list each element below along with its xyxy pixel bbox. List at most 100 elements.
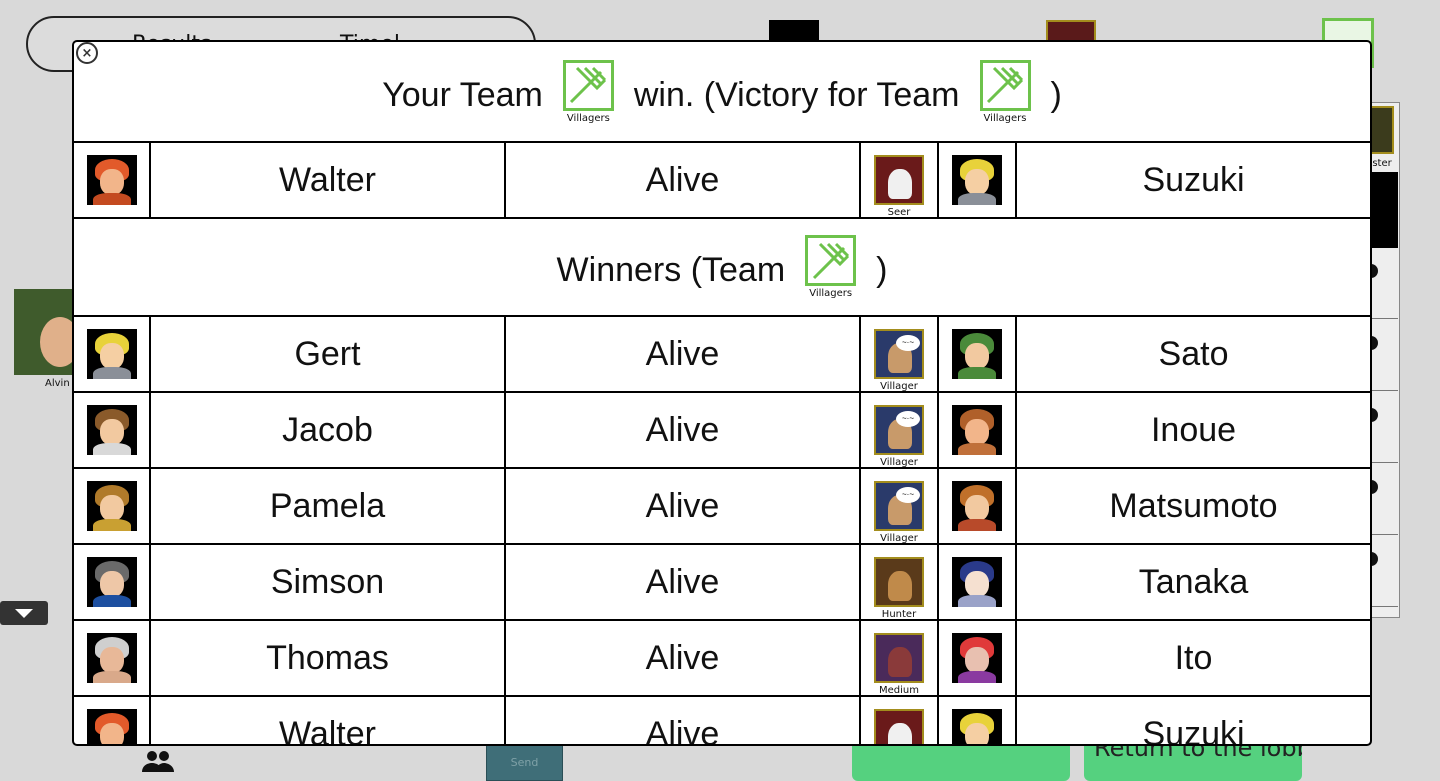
owner-avatar: [952, 481, 1002, 531]
result-header-row: Your Team Villagers win. (Victory for Te…: [74, 42, 1370, 143]
avatar-face: [99, 419, 124, 445]
avatar-face: [99, 169, 124, 195]
role-card: ~·~: [874, 405, 924, 455]
owner-avatar: [952, 633, 1002, 683]
player-row: Walter Alive Seer Suzuki: [74, 142, 1370, 219]
role-figure: [888, 169, 912, 199]
avatar-body: [92, 595, 131, 607]
player-status: Alive: [504, 142, 861, 219]
player-status: Alive: [504, 391, 861, 469]
player-status: Alive: [504, 619, 861, 697]
player-avatar: [86, 481, 137, 531]
avatar-face: [965, 169, 989, 195]
player-avatar[interactable]: [14, 289, 74, 375]
avatar-face: [99, 343, 124, 369]
player-avatar: [86, 329, 137, 379]
result-title: Your Team Villagers win. (Victory for Te…: [382, 59, 1062, 124]
divider: [1368, 318, 1398, 319]
winners-title: Winners (Team Villagers ): [556, 235, 888, 299]
role-card: ~·~: [874, 481, 924, 531]
pitchfork-icon: [979, 59, 1031, 111]
chevron-down-icon[interactable]: [0, 601, 48, 625]
role-card: [874, 709, 924, 744]
player-avatar: [86, 557, 137, 607]
pitchfork-icon: [805, 235, 857, 286]
avatar-body: [958, 193, 996, 205]
role-label: Villager: [880, 457, 918, 468]
role-label: Seer: [887, 207, 911, 218]
team-badge: Villagers: [805, 235, 857, 299]
team-label: Villagers: [566, 112, 610, 124]
result-table: Your Team Villagers win. (Victory for Te…: [74, 42, 1370, 744]
owner-avatar: [952, 557, 1002, 607]
avatar-face: [965, 343, 989, 369]
role-card: [874, 155, 924, 205]
pitchfork-icon: [562, 59, 614, 111]
role-card: ~·~: [874, 329, 924, 379]
player-name: Walter: [149, 142, 506, 219]
player-name: Thomas: [149, 619, 506, 697]
owner-name: Suzuki: [1014, 142, 1370, 219]
player-name: Simson: [149, 543, 506, 621]
role-label: Villager: [880, 381, 918, 392]
speech-bubble-icon: ~·~: [896, 335, 920, 351]
your-team-text: Your Team: [382, 75, 543, 114]
player-avatar: [86, 633, 137, 683]
player-status: Alive: [504, 467, 861, 545]
owner-avatar: [952, 709, 1002, 744]
role-card: [874, 557, 924, 607]
avatar-body: [92, 193, 131, 205]
player-name: Walter: [149, 695, 506, 744]
speech-bubble-icon: ~·~: [896, 411, 920, 427]
avatar-face: [965, 419, 989, 445]
avatar-body: [958, 595, 996, 607]
close-paren: ): [876, 251, 888, 289]
send-button[interactable]: Send: [486, 744, 563, 781]
role-figure: [888, 647, 912, 677]
player-name: Jacob: [149, 391, 506, 469]
team-label: Villagers: [809, 288, 853, 299]
player-avatar: [86, 709, 137, 744]
avatar-body: [92, 367, 131, 379]
player-avatar: [86, 405, 137, 455]
player-row: Thomas Alive Medium Ito: [74, 619, 1370, 697]
owner-avatar: [952, 155, 1002, 205]
avatar-body: [958, 443, 996, 455]
divider: [1368, 534, 1398, 535]
owner-name: Suzuki: [1014, 695, 1370, 744]
player-row: Simson Alive Hunter Tanaka: [74, 543, 1370, 621]
team-label: Villagers: [983, 112, 1027, 124]
player-status: Alive: [504, 316, 861, 393]
player-row: Walter Alive Seer Suzuki: [74, 695, 1370, 744]
return-lobby-button[interactable]: Return to the lobby: [1084, 744, 1302, 781]
my-player-section: Walter Alive Seer Suzuki: [74, 142, 1370, 219]
role-label: Villager: [880, 533, 918, 544]
close-paren: ): [1050, 75, 1062, 114]
avatar-face: [965, 495, 989, 521]
win-text: win. (Victory for Team: [633, 75, 960, 114]
player-row: Pamela Alive ~·~ Villager Matsumoto: [74, 467, 1370, 545]
role-card: [874, 633, 924, 683]
divider: [1368, 606, 1398, 607]
player-row: Jacob Alive ~·~ Villager Inoue: [74, 391, 1370, 469]
avatar-body: [92, 519, 131, 531]
winners-header-row: Winners (Team Villagers ): [74, 218, 1370, 317]
avatar-face: [99, 495, 124, 521]
divider: [1368, 390, 1398, 391]
team-badge: Villagers: [979, 59, 1031, 124]
winners-text: Winners (Team: [556, 251, 786, 289]
action-button[interactable]: [852, 744, 1070, 781]
close-icon[interactable]: ×: [76, 42, 98, 64]
owner-name: Tanaka: [1014, 543, 1370, 621]
avatar-face: [965, 647, 989, 673]
player-row: Gert Alive ~·~ Villager Sato: [74, 316, 1370, 393]
owner-name: Sato: [1014, 316, 1370, 393]
player-status: Alive: [504, 695, 861, 744]
panel-block: [1368, 172, 1398, 248]
owner-name: Ito: [1014, 619, 1370, 697]
people-icon[interactable]: [141, 748, 175, 776]
avatar-body: [958, 367, 996, 379]
result-dialog: × Your Team Villagers win. (Victory for …: [72, 40, 1372, 746]
speech-bubble-icon: ~·~: [896, 487, 920, 503]
owner-name: Matsumoto: [1014, 467, 1370, 545]
